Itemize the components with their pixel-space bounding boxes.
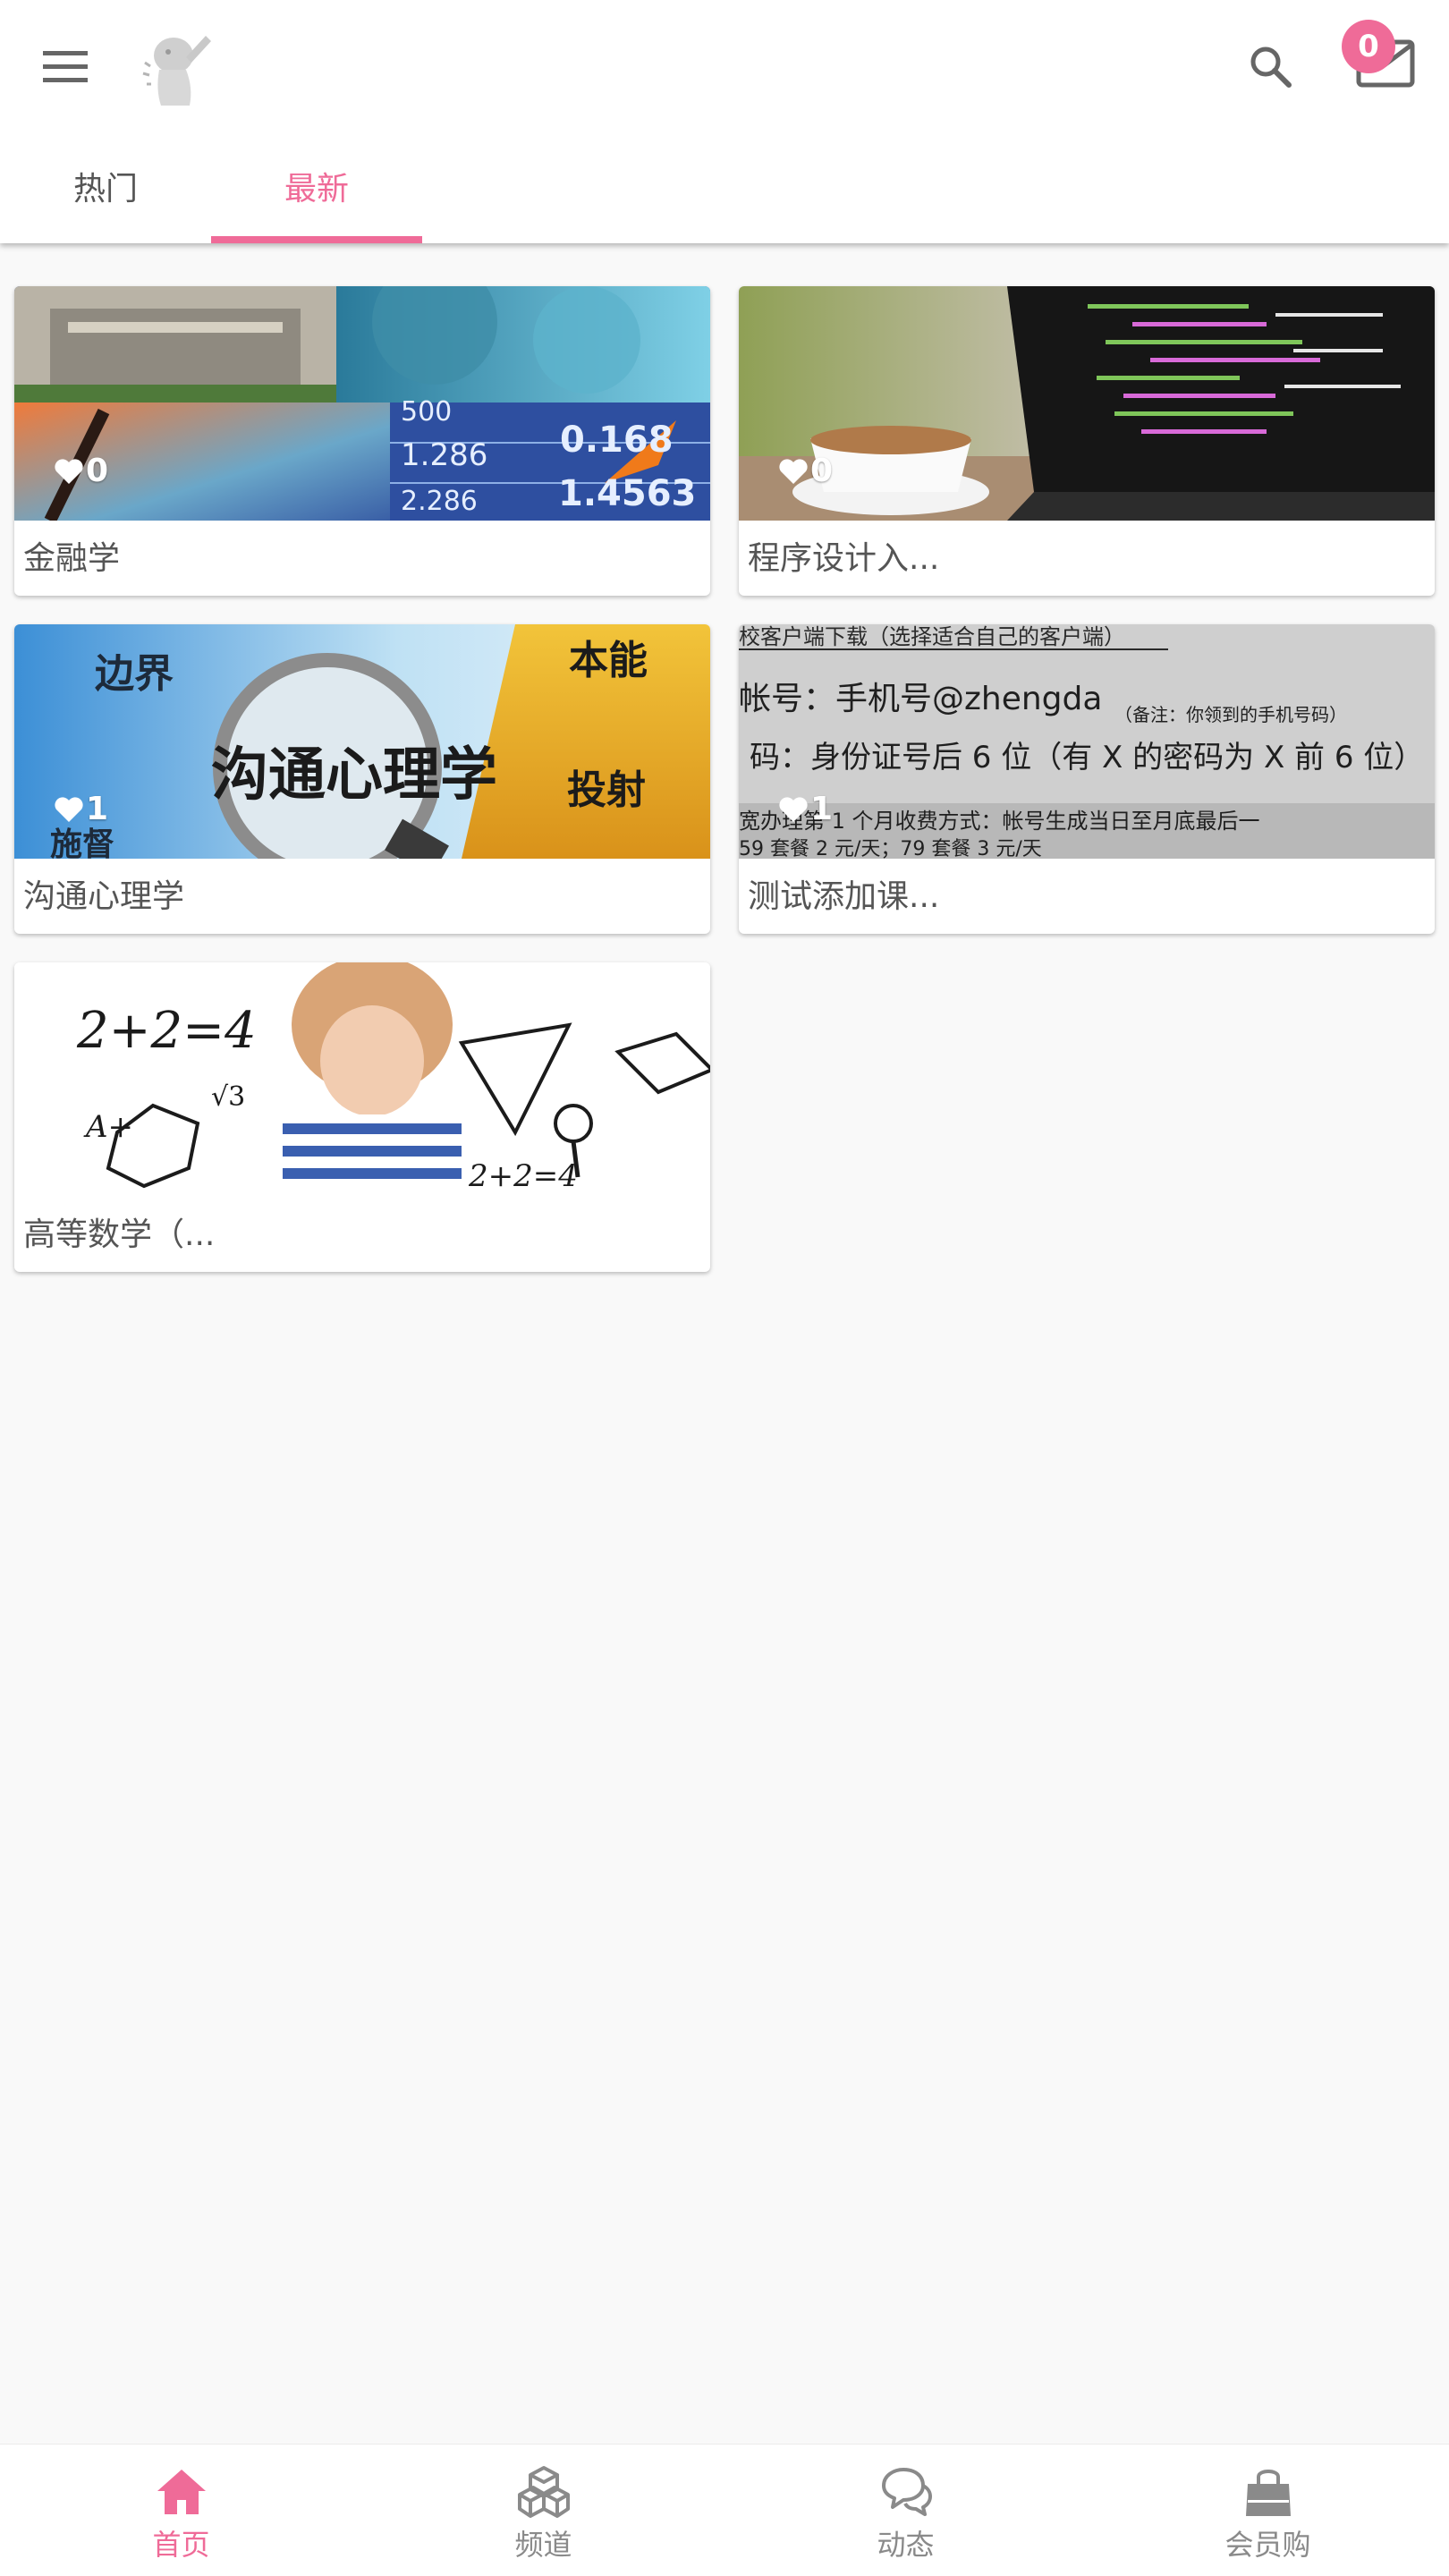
course-thumbnail-finance: 500 1.286 2.286 0.168 1.4563 0 [14, 286, 710, 521]
app-bar: 0 热门 最新 [0, 0, 1449, 243]
shopping-bag-icon [1246, 2470, 1291, 2516]
course-card[interactable]: 校客户端下载（选择适合自己的客户端） 帐号：手机号@zhengda （备注：你领… [739, 624, 1435, 934]
math-text-4: 2+2=4 [468, 1158, 578, 1194]
course-title: 金融学 [23, 540, 121, 577]
course-title: 沟通心理学 [23, 878, 185, 915]
course-card[interactable]: 边界 沟通心理学 本能 投射 施督 1 沟通心理学 [14, 624, 710, 934]
bottom-navigation: 首页 频道 动态 会员购 [0, 2444, 1449, 2576]
heart-icon [779, 796, 808, 822]
psych-text-2: 沟通心理学 [211, 742, 497, 809]
like-count-value: 0 [810, 453, 834, 489]
hamburger-menu-icon [43, 51, 88, 82]
unread-count-badge: 0 [1342, 20, 1395, 73]
app-logo-icon [142, 36, 211, 106]
course-thumbnail-document: 校客户端下载（选择适合自己的客户端） 帐号：手机号@zhengda （备注：你领… [739, 624, 1435, 859]
course-thumbnail-math: 2+2=4 A+ √3 2+2=4 [14, 962, 710, 1197]
finance-number-3: 2.286 [401, 486, 478, 517]
course-thumbnail-programming: 0 [739, 286, 1435, 521]
finance-number-2: 1.286 [401, 437, 487, 473]
math-text-3: √3 [211, 1081, 245, 1113]
course-card[interactable]: 500 1.286 2.286 0.168 1.4563 0 金融学 [14, 286, 710, 596]
doc-line-4: 码：身份证号后 6 位（有 X 的密码为 X 前 6 位） [750, 740, 1424, 775]
nav-vip-shop[interactable]: 会员购 [1087, 2445, 1449, 2576]
doc-line-6: 59 套餐 2 元/天；79 套餐 3 元/天 [739, 838, 1042, 859]
like-count: 0 [778, 453, 833, 489]
active-tab-indicator [211, 236, 422, 243]
finance-number-4: 0.168 [560, 419, 674, 461]
like-count: 0 [54, 453, 108, 489]
psych-text-3: 本能 [569, 638, 648, 683]
like-count: 1 [778, 791, 833, 827]
nav-home[interactable]: 首页 [0, 2445, 362, 2576]
heart-icon [55, 796, 83, 822]
home-icon [157, 2470, 206, 2514]
search-button[interactable] [1236, 32, 1304, 100]
messages-button[interactable]: 0 [1342, 20, 1431, 107]
psych-text-5: 施督 [50, 826, 114, 859]
doc-line-1: 校客户端下载（选择适合自己的客户端） [739, 624, 1125, 649]
nav-vip-shop-label: 会员购 [1224, 2528, 1311, 2562]
doc-line-2: 帐号：手机号@zhengda [739, 681, 1102, 717]
cubes-icon [518, 2466, 570, 2518]
tab-hot[interactable]: 热门 [0, 132, 211, 243]
search-icon [1250, 47, 1292, 88]
heart-icon [779, 458, 808, 484]
psych-text-4: 投射 [567, 767, 646, 813]
nav-activity[interactable]: 动态 [724, 2445, 1087, 2576]
finance-number-1: 500 [401, 396, 452, 428]
toolbar: 0 [0, 0, 1449, 132]
doc-line-3: （备注：你领到的手机号码） [1114, 704, 1347, 725]
chat-bubbles-icon [882, 2468, 932, 2516]
heart-icon [55, 458, 83, 484]
like-count-value: 1 [810, 791, 834, 827]
like-count-value: 1 [86, 791, 109, 827]
course-thumbnail-psychology: 边界 沟通心理学 本能 投射 施督 1 [14, 624, 710, 859]
finance-number-5: 1.4563 [558, 473, 696, 514]
menu-button[interactable] [34, 36, 97, 98]
psych-text-1: 边界 [95, 651, 174, 697]
like-count: 1 [54, 791, 108, 827]
app-logo[interactable] [134, 27, 224, 109]
nav-activity-label: 动态 [877, 2528, 935, 2562]
tab-bar: 热门 最新 [0, 132, 1449, 243]
like-count-value: 0 [86, 453, 109, 489]
tab-latest[interactable]: 最新 [211, 132, 422, 243]
nav-channels-label: 频道 [514, 2528, 572, 2562]
course-title: 高等数学（... [23, 1216, 216, 1253]
math-text-1: 2+2=4 [76, 1002, 257, 1060]
nav-channels[interactable]: 频道 [362, 2445, 724, 2576]
course-card[interactable]: 0 程序设计入... [739, 286, 1435, 596]
course-card[interactable]: 2+2=4 A+ √3 2+2=4 高等数学（... [14, 962, 710, 1272]
course-title: 程序设计入... [748, 540, 940, 577]
nav-home-label: 首页 [152, 2528, 210, 2562]
course-title: 测试添加课... [748, 878, 940, 915]
